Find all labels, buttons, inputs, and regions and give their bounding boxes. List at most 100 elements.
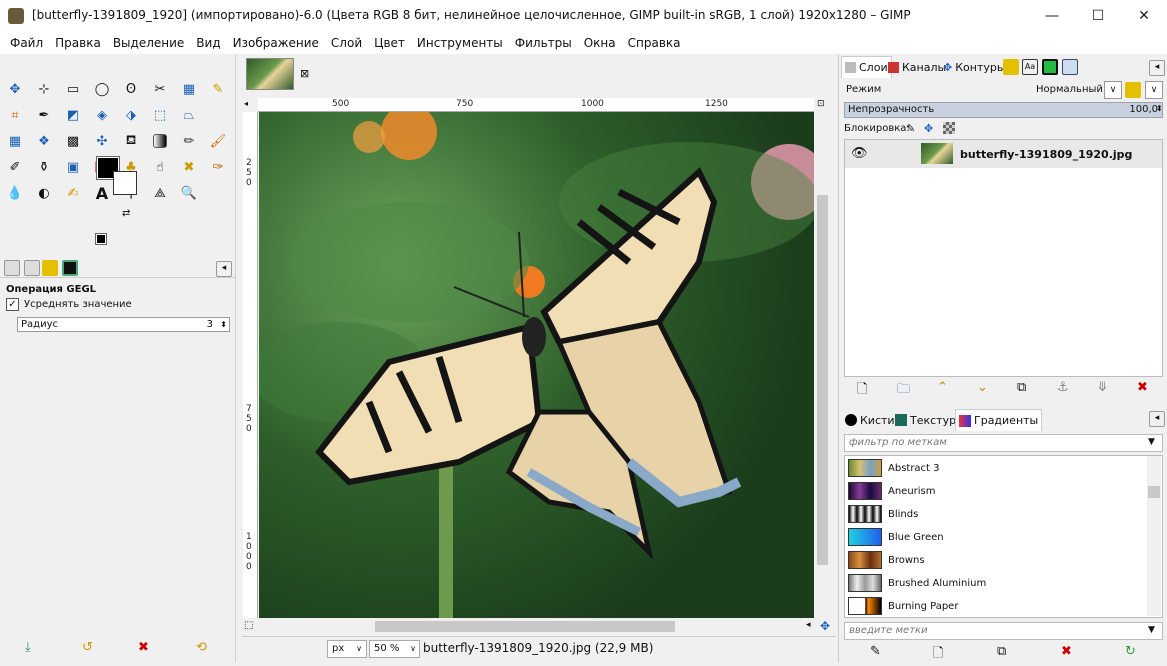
average-checkbox[interactable]: ✓ — [6, 298, 19, 311]
opacity-value[interactable]: 100,0 — [1129, 103, 1158, 117]
gradient-tool-icon[interactable] — [149, 130, 171, 152]
undo-history-tab-icon[interactable] — [42, 260, 58, 276]
list-item[interactable]: Aneurism — [848, 481, 936, 501]
panel-menu-icon[interactable]: ◂ — [1149, 60, 1165, 76]
menu-layer[interactable]: Слой — [325, 36, 368, 50]
rotate-tool-icon[interactable]: ◈ — [91, 104, 113, 126]
scroll-left-icon[interactable]: ◂ — [806, 620, 811, 630]
smudge-tool-icon[interactable]: ☝ — [149, 156, 171, 178]
vertical-scroll-thumb[interactable] — [817, 195, 828, 565]
mypaint-brush-icon[interactable]: ✑ — [207, 156, 229, 178]
list-item[interactable]: Blinds — [848, 504, 918, 524]
delete-gradient-icon[interactable]: ✖ — [1061, 644, 1072, 659]
pencil-tool-icon[interactable]: ✏ — [178, 130, 200, 152]
list-scroll-thumb[interactable] — [1148, 486, 1160, 498]
quick-mask-icon[interactable]: ⬚ — [244, 620, 253, 631]
spin-arrows-icon[interactable]: ⬍ — [1156, 104, 1163, 113]
shear-tool-icon[interactable]: ⬚ — [149, 104, 171, 126]
menu-filters[interactable]: Фильтры — [509, 36, 578, 50]
horizontal-ruler[interactable]: 500 750 1000 1250 — [258, 98, 814, 112]
close-button[interactable]: ✕ — [1121, 0, 1167, 32]
lock-position-icon[interactable]: ✥ — [924, 122, 933, 135]
spin-arrows-icon[interactable]: ⬍ — [220, 318, 227, 331]
menu-tools[interactable]: Инструменты — [411, 36, 509, 50]
grid-tool-icon[interactable]: ▦ — [4, 130, 26, 152]
device-status-tab-icon[interactable] — [24, 260, 40, 276]
paintbrush-icon[interactable]: 🖌 — [207, 130, 229, 152]
paths-tool-icon[interactable]: ✒ — [33, 104, 55, 126]
swap-colors-icon[interactable]: ⇄ — [122, 208, 130, 219]
close-image-tab-icon[interactable]: ⊠ — [300, 67, 309, 80]
chevron-down-icon[interactable]: ∨ — [1145, 81, 1163, 99]
unit-select[interactable]: px ∨ — [327, 640, 367, 658]
dodge-burn-icon[interactable]: ✖ — [178, 156, 200, 178]
eye-visibility-icon[interactable]: 👁 — [851, 146, 868, 161]
bucket-fill-icon[interactable]: ⛾ — [120, 130, 142, 152]
menu-file[interactable]: Файл — [4, 36, 49, 50]
histogram-icon[interactable] — [1062, 59, 1078, 75]
lock-pixels-icon[interactable]: ✎ — [906, 122, 915, 135]
tab-layers[interactable]: Слои — [841, 56, 892, 78]
list-item[interactable]: Blue Green — [848, 527, 944, 547]
warp-tool-icon[interactable]: ❖ — [33, 130, 55, 152]
raise-layer-icon[interactable]: ⌃ — [937, 380, 948, 395]
chevron-down-icon[interactable]: ▼ — [1148, 437, 1155, 447]
images-tab-icon[interactable] — [62, 260, 78, 276]
crop-tool-icon[interactable]: ⌗ — [4, 104, 26, 126]
duplicate-gradient-icon[interactable]: ⧉ — [997, 644, 1006, 659]
menu-colors[interactable]: Цвет — [368, 36, 411, 50]
layer-name[interactable]: butterfly-1391809_1920.jpg — [960, 148, 1132, 161]
panel-menu-icon[interactable]: ◂ — [1149, 411, 1165, 427]
ink-tool-icon[interactable]: ⚱ — [33, 156, 55, 178]
tool-options-tab-icon[interactable] — [4, 260, 20, 276]
restore-options-icon[interactable]: ↺ — [82, 640, 93, 655]
mode-reset-icon[interactable] — [1125, 82, 1141, 98]
duplicate-layer-icon[interactable]: ⧉ — [1017, 380, 1026, 395]
image-tab-thumbnail[interactable] — [246, 58, 294, 90]
list-item[interactable]: Abstract 3 — [848, 458, 940, 478]
lower-layer-icon[interactable]: ⌄ — [977, 380, 988, 395]
zoom-tool-icon[interactable]: 🔍 — [178, 182, 200, 204]
checker-tool-icon[interactable]: ▩ — [62, 130, 84, 152]
menu-windows[interactable]: Окна — [578, 36, 622, 50]
list-item[interactable]: Burning Paper — [848, 596, 958, 616]
text-tool-icon[interactable]: A — [91, 182, 113, 204]
undo-history-icon[interactable] — [1003, 59, 1019, 75]
navigate-icon[interactable]: ✥ — [820, 619, 830, 633]
free-select-icon[interactable]: ʘ — [120, 78, 142, 100]
ruler-corner-icon[interactable]: ◂ — [244, 99, 248, 108]
airbrush-icon[interactable]: ✐ — [4, 156, 26, 178]
move-tool-icon[interactable]: ✥ — [4, 78, 26, 100]
tag-filter-input[interactable]: фильтр по меткам — [844, 434, 1163, 452]
maximize-button[interactable]: ☐ — [1075, 0, 1121, 32]
menu-edit[interactable]: Правка — [49, 36, 107, 50]
new-layer-icon[interactable]: 🗋 — [857, 380, 867, 402]
foreground-select-icon[interactable]: ▦ — [178, 78, 200, 100]
blur-tool-icon[interactable]: 💧 — [4, 182, 26, 204]
transform-tool-icon[interactable]: ◩ — [62, 104, 84, 126]
zoom-select[interactable]: 50 % ∨ — [369, 640, 420, 658]
refresh-gradients-icon[interactable]: ↻ — [1125, 644, 1136, 659]
perspective-tool-icon[interactable]: ⏢ — [178, 104, 200, 126]
menu-select[interactable]: Выделение — [107, 36, 190, 50]
list-item[interactable]: Brushed Aluminium — [848, 573, 986, 593]
tags-input[interactable]: введите метки — [844, 622, 1163, 640]
lock-alpha-icon[interactable] — [943, 122, 955, 134]
color-picker-icon[interactable]: ◐ — [33, 182, 55, 204]
scale-tool-icon[interactable]: ⬗ — [120, 104, 142, 126]
fonts-icon[interactable]: Aa — [1022, 59, 1038, 75]
measure-tool-icon[interactable]: ⟁ — [149, 182, 171, 204]
list-scrollbar[interactable] — [1147, 456, 1161, 616]
menu-image[interactable]: Изображение — [227, 36, 325, 50]
sponge-tool-icon[interactable]: ✍ — [62, 182, 84, 204]
radius-spinner[interactable]: Радиус 3 ⬍ — [17, 317, 230, 332]
align-tool-icon[interactable]: ⊹ — [33, 78, 55, 100]
delete-options-icon[interactable]: ✖ — [138, 640, 149, 655]
list-item[interactable]: Browns — [848, 550, 925, 570]
new-gradient-icon[interactable]: 🗋 — [933, 644, 943, 666]
default-colors-icon[interactable] — [95, 233, 107, 245]
delete-layer-icon[interactable]: ✖ — [1137, 380, 1148, 395]
clone-tool-icon[interactable]: ▣ — [62, 156, 84, 178]
image-canvas[interactable] — [259, 112, 814, 618]
rect-select-icon[interactable]: ▭ — [62, 78, 84, 100]
